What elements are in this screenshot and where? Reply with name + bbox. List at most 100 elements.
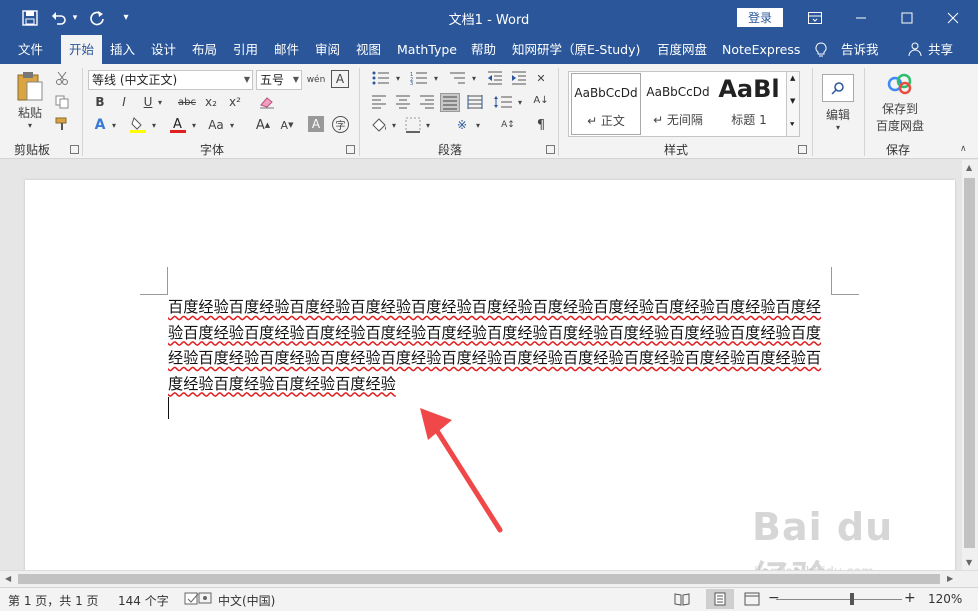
page-count[interactable]: 第 1 页，共 1 页 [8,592,99,609]
borders-icon[interactable] [404,116,422,134]
chevron-up-icon[interactable]: ▲ [790,74,795,82]
scroll-up-icon[interactable]: ▲ [966,163,972,172]
font-color-icon[interactable]: A [168,116,188,134]
print-layout-icon[interactable] [706,589,734,609]
align-center-icon[interactable] [394,94,412,110]
chevron-down-icon[interactable]: ▾ [432,70,440,86]
font-launcher-icon[interactable] [346,145,355,154]
chevron-down-icon[interactable]: ▾ [390,116,398,134]
distributed-icon[interactable] [466,94,484,110]
enclose-characters-icon[interactable]: 字 [332,116,349,133]
zoom-in-icon[interactable]: + [904,590,916,606]
paste-button[interactable]: 粘贴 ▾ [10,70,50,130]
tab-file[interactable]: 文件 [18,35,43,64]
styles-scroll[interactable]: ▲ ▼ ⯆ [786,71,800,137]
tab-view[interactable]: 视图 [356,35,381,64]
sort-icon[interactable]: A↓ [532,92,550,108]
tab-noteexpress[interactable]: NoteExpress [722,35,800,64]
clear-formatting-icon[interactable] [258,94,276,110]
grow-font-icon[interactable]: A ▲ [254,116,272,134]
superscript-button[interactable]: x² [226,94,244,110]
scroll-left-icon[interactable]: ◀ [5,574,11,583]
read-mode-icon[interactable] [674,592,690,609]
decrease-indent-icon[interactable] [486,70,504,86]
chevron-down-icon[interactable]: ▾ [150,116,158,134]
chevron-down-icon[interactable]: ▾ [190,116,198,134]
close-icon[interactable] [930,0,976,35]
vertical-scroll-thumb[interactable] [964,178,975,548]
document-body[interactable]: 百度经验百度经验百度经验百度经验百度经验百度经验百度经验百度经验百度经验百度经验… [168,295,834,397]
style-no-spacing[interactable]: AaBbCcDd ↵ 无间隔 [643,73,713,135]
chevron-down-icon[interactable]: ▾ [110,116,118,134]
font-name-select[interactable]: 等线 (中文正文) ▼ [88,70,253,90]
tab-mathtype[interactable]: MathType [397,35,457,64]
ribbon-display-options-icon[interactable] [792,0,838,35]
tab-cnki-estudy[interactable]: 知网研学（原E-Study) [512,35,640,64]
zoom-level[interactable]: 120% [928,592,962,606]
cut-icon[interactable] [54,70,70,86]
clipboard-launcher-icon[interactable] [70,145,79,154]
web-layout-icon[interactable] [744,592,760,609]
scroll-right-icon[interactable]: ▶ [947,574,953,583]
paragraph-launcher-icon[interactable] [546,145,555,154]
chinese-layout-icon[interactable]: ✕ [532,70,550,86]
tab-home[interactable]: 开始 [61,35,103,64]
minimize-icon[interactable] [838,0,884,35]
tab-baidu-netdisk[interactable]: 百度网盘 [657,35,707,64]
style-normal[interactable]: AaBbCcDd ↵ 正文 [571,73,641,135]
underline-dropdown-icon[interactable]: ▾ [156,94,164,110]
show-marks-icon[interactable]: ¶ [532,116,550,134]
chevron-down-icon[interactable]: ▾ [228,116,236,134]
language-status[interactable]: 中文(中国) [218,592,275,609]
horizontal-scrollbar[interactable]: ◀ ▶ [0,570,978,587]
tab-insert[interactable]: 插入 [110,35,135,64]
word-count[interactable]: 144 个字 [118,592,169,609]
chevron-down-icon[interactable]: ▾ [474,116,482,134]
shrink-font-icon[interactable]: A ▼ [278,116,296,134]
font-size-select[interactable]: 五号 ▼ [256,70,302,90]
style-heading-1[interactable]: AaBl 标题 1 [715,73,783,135]
underline-button[interactable]: U [140,94,156,110]
strikethrough-button[interactable]: abc [176,94,198,110]
multilevel-list-icon[interactable] [446,70,468,86]
change-case-button[interactable]: Aa [206,116,226,134]
styles-launcher-icon[interactable] [798,145,807,154]
bold-button[interactable]: B [92,94,108,110]
chevron-down-icon[interactable]: ▾ [424,116,432,134]
numbering-icon[interactable]: 123 [408,70,430,86]
increase-indent-icon[interactable] [510,70,528,86]
chevron-down-icon[interactable]: ▼ [790,97,795,105]
zoom-out-icon[interactable]: − [768,590,780,606]
bullets-icon[interactable] [370,70,392,86]
chevron-down-icon[interactable]: ▾ [470,70,478,86]
tab-help[interactable]: 帮助 [471,35,496,64]
tab-layout[interactable]: 布局 [192,35,217,64]
editing-button[interactable]: 编辑 ▾ [820,70,856,136]
justify-icon[interactable] [440,93,460,112]
align-left-icon[interactable] [370,94,388,110]
login-button[interactable]: 登录 [737,8,783,27]
character-border-icon[interactable]: A [331,70,349,88]
line-spacing-icon[interactable] [492,94,514,110]
sort-az-icon[interactable]: A↕ [498,116,518,134]
align-right-icon[interactable] [418,94,436,110]
collapse-ribbon-icon[interactable]: ∧ [960,144,967,154]
macro-icon[interactable] [198,592,212,607]
zoom-slider-track[interactable] [776,599,902,600]
horizontal-scroll-thumb[interactable] [18,574,940,584]
copy-icon[interactable] [54,94,70,110]
person-icon[interactable] [908,35,922,64]
pinyin-guide-icon[interactable]: wén [305,70,327,90]
highlight-color-icon[interactable] [128,116,148,134]
vertical-scrollbar[interactable]: ▲ ▼ [962,160,978,570]
share-button[interactable]: 共享 [928,35,953,64]
character-shading-icon[interactable]: A [308,116,324,132]
tab-mailings[interactable]: 邮件 [274,35,299,64]
shading-icon[interactable] [370,116,388,134]
tell-me-search[interactable]: 告诉我 [841,35,879,64]
text-effects-icon[interactable]: A [92,116,108,134]
chevron-down-icon[interactable]: ▾ [394,70,402,86]
chevron-down-icon[interactable]: ▾ [516,94,524,110]
subscript-button[interactable]: x₂ [202,94,220,110]
tab-references[interactable]: 引用 [233,35,258,64]
